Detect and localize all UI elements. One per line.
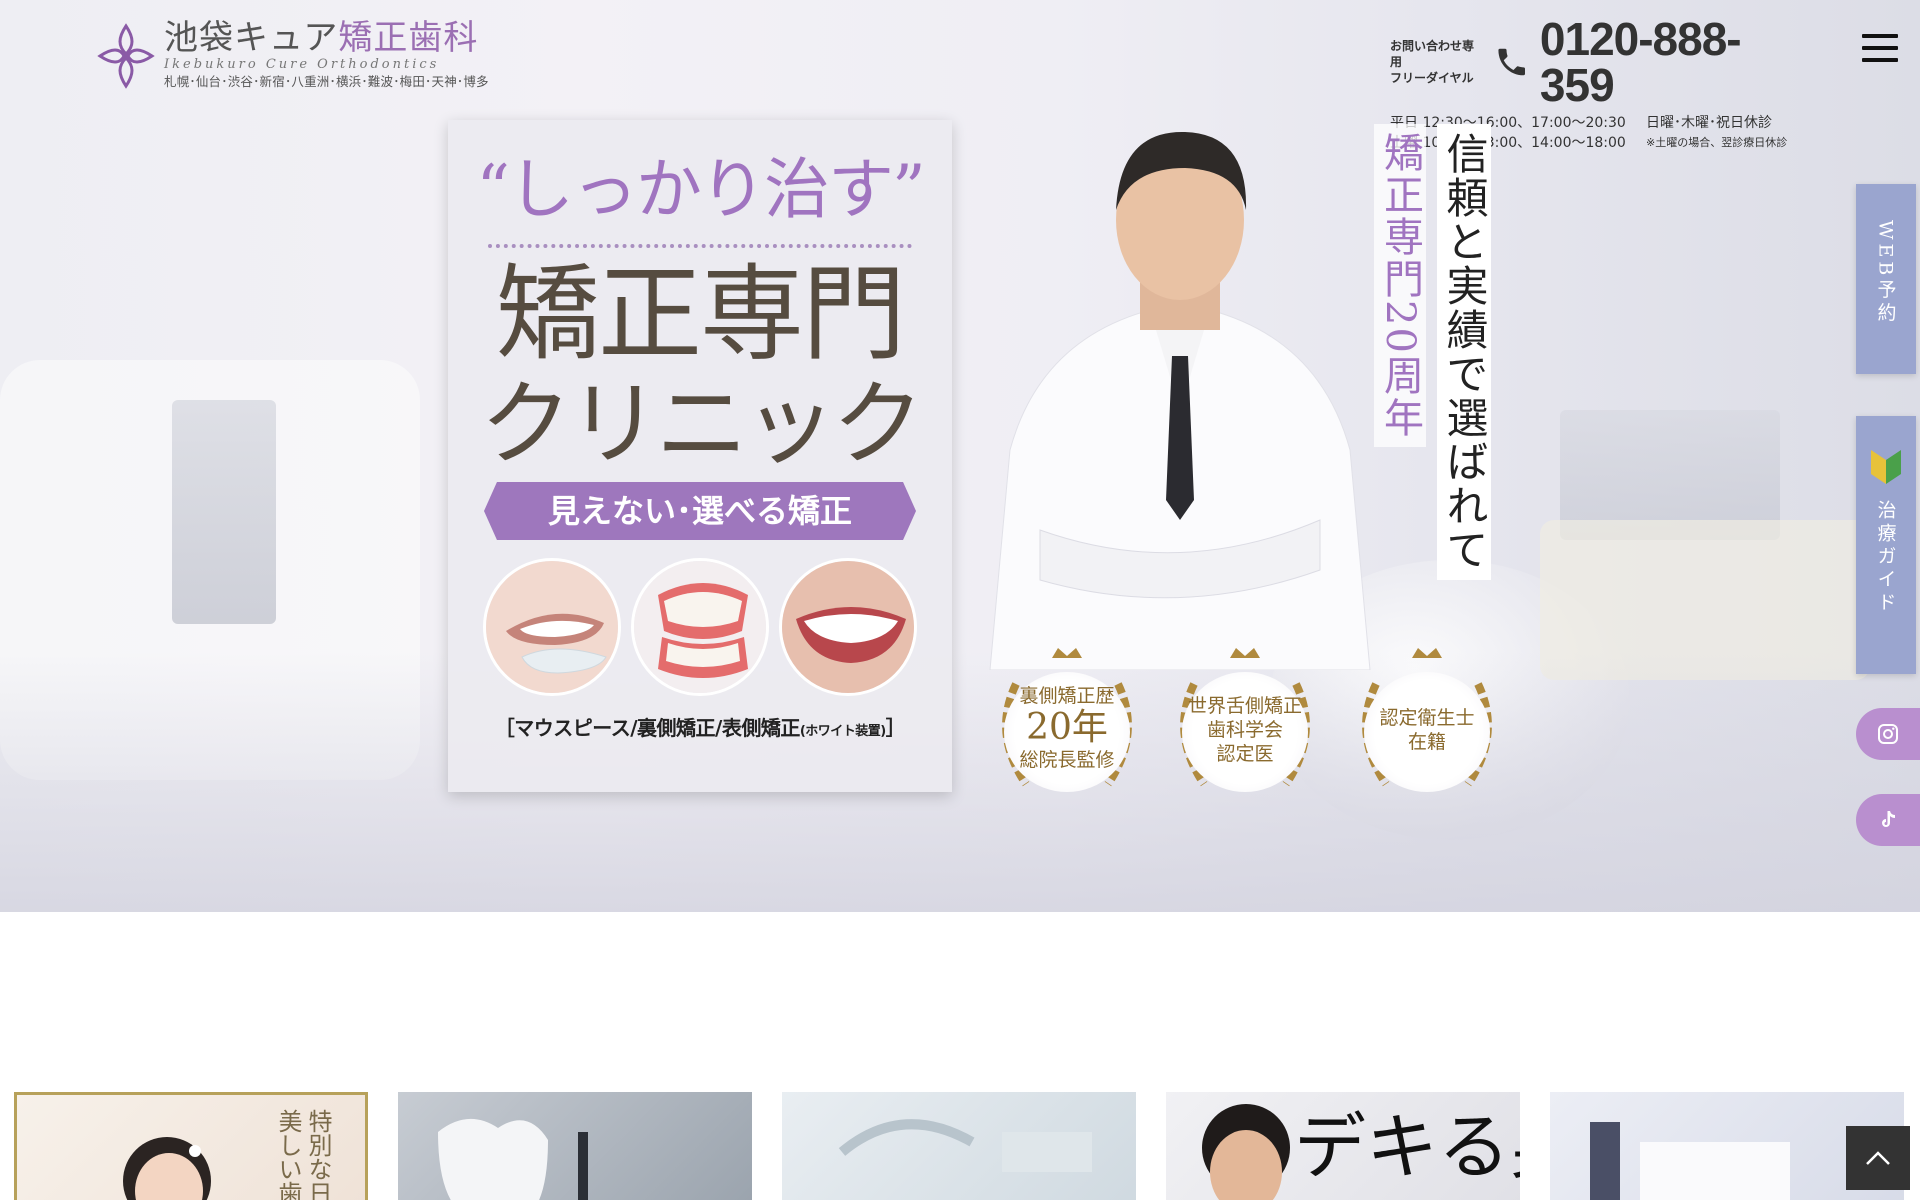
dotted-divider [488,244,912,248]
hero-anniversary-tagline: 矯正専門20周年 [1374,124,1426,447]
badge-hygienist: 認定衛生士 在籍 [1342,644,1512,794]
phone-icon [1498,48,1526,76]
tiktok-button[interactable] [1856,794,1920,846]
back-to-top-button[interactable] [1846,1126,1910,1190]
background-floor [0,652,1920,912]
smile-photo [779,558,917,696]
hamburger-menu-button[interactable] [1862,34,1898,62]
contact-label: お問い合わせ専用 [1390,39,1475,69]
tile-bridal-text-b: 美しい歯 [274,1109,302,1200]
hours-weekday: 平日 12:30～16:00、17:00～20:30 [1390,115,1626,131]
background-cabinet [172,400,276,624]
treatment-types: ［マウスピース/裏側矯正/表側矯正(ホワイト装置)］ [494,716,906,740]
branch-list: 札幌･仙台･渋谷･新宿･八重洲･横浜･難波･梅田･天神･博多 [164,74,489,89]
freedial-label: フリーダイヤル [1390,71,1474,85]
tile-business-man-text: デキる男の [1294,1105,1520,1189]
web-reservation-tab[interactable]: WEB予約 [1856,184,1916,374]
tile-tooth[interactable] [398,1092,752,1200]
hero-catchphrase: “しっかり治す” [476,151,925,228]
hero-banner[interactable]: 池袋キュア矯正歯科 Ikebukuro Cure Orthodontics 札幌… [0,0,1920,912]
chevron-up-icon [1866,1151,1890,1165]
hero-vertical-tagline: 信頼と実績で選ばれて [1437,124,1491,580]
tile-bridal[interactable]: 特別な日 美しい歯 [14,1092,368,1200]
aligner-photo [483,558,621,696]
treatment-guide-tab[interactable]: 治療ガイド [1856,416,1916,674]
hero-card: “しっかり治す” 矯正専門 クリニック 見えない･選べる矯正 ［マウスピース/裏… [448,120,952,792]
beginner-mark-icon [1871,450,1901,484]
tile-bridal-text-a: 特別な日 [304,1109,332,1200]
tooth-icon [438,1118,588,1200]
tile-business-man[interactable]: デキる男の [1166,1092,1520,1200]
badge-lingual-experience: 裏側矯正歴 20年 総院長監修 [982,644,1152,794]
hours-saturday: 土曜 10:00～13:00、14:00～18:00 [1390,135,1626,151]
feature-tiles: 特別な日美しい歯 デキる男の [0,1092,1920,1200]
menu-line [1862,46,1898,50]
logo-subtitle: Ikebukuro Cure Orthodontics [164,57,440,72]
page: 池袋キュア矯正歯科 Ikebukuro Cure Orthodontics 札幌… [0,0,1920,1200]
phone-number-link[interactable]: 0120-888-359 [1540,16,1810,108]
instagram-icon [1878,724,1898,744]
closed-days: 日曜･木曜･祝日休診 [1646,115,1772,131]
menu-line [1862,34,1898,38]
hero-heading-2: クリニック [479,371,924,478]
hero-ribbon: 見えない･選べる矯正 [484,482,916,540]
tile-clinic[interactable] [782,1092,1136,1200]
tiktok-icon [1882,811,1895,827]
hero-heading-1: 矯正専門 [495,253,906,375]
menu-line [1862,58,1898,62]
doctor-photo [989,131,1371,670]
treatment-guide-label: 治療ガイド [1874,500,1897,615]
teeth-model-photo [631,558,769,696]
site-logo[interactable]: 池袋キュア矯正歯科 Ikebukuro Cure Orthodontics 札幌… [96,18,489,92]
clinic-image [838,1119,1092,1172]
closed-note: ※土曜の場合、翌診療日休診 [1646,136,1788,149]
web-reservation-label: WEB予約 [1874,220,1897,326]
flower-logo-icon [97,23,155,89]
logo-title: 池袋キュア矯正歯科 [164,18,479,58]
instagram-button[interactable] [1856,708,1920,760]
badge-lingual-society: 世界舌側矯正 歯科学会 認定医 [1160,644,1330,794]
